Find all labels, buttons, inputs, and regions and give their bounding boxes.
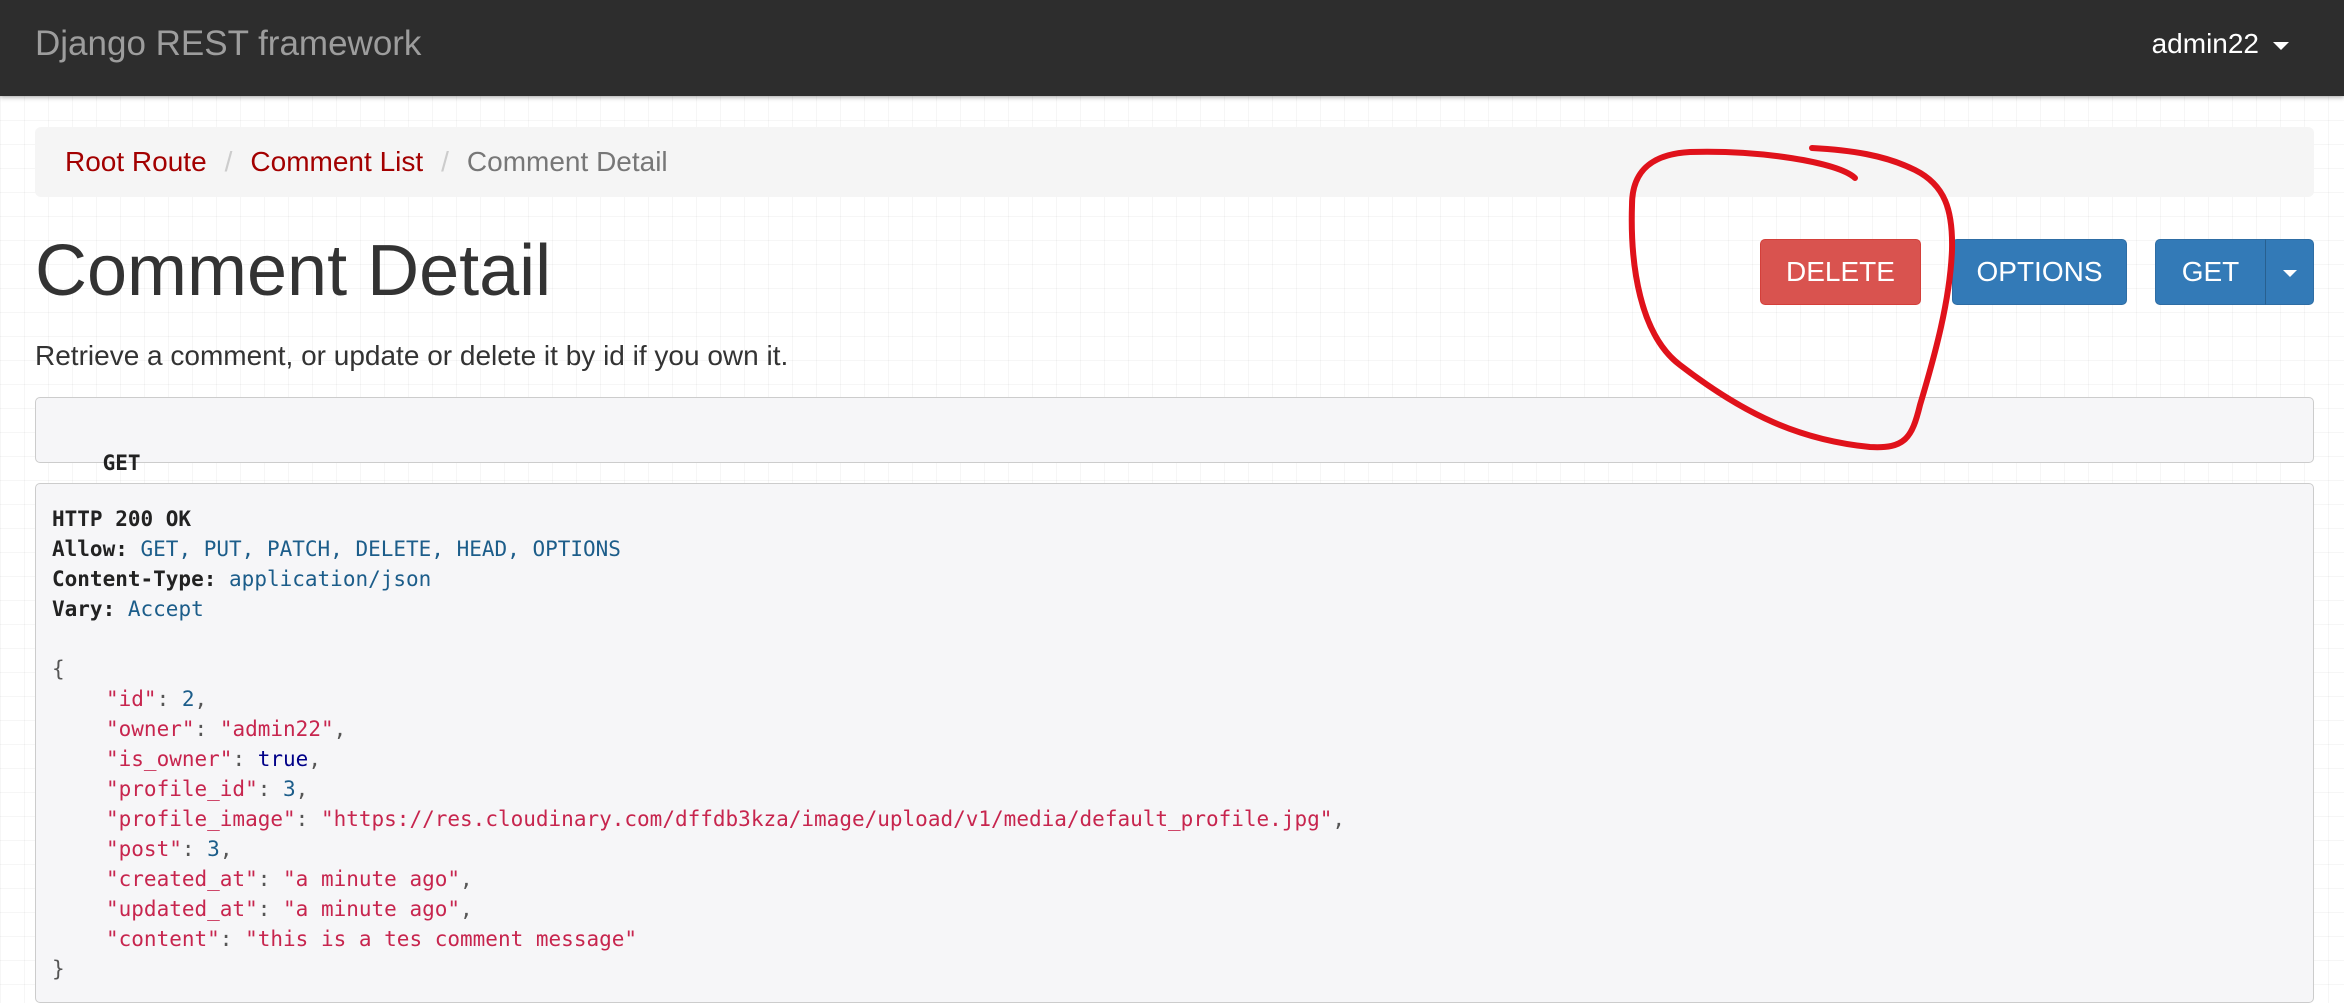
json-value: 3 <box>207 837 220 861</box>
request-info: GET /comments/2/ <box>35 397 2314 505</box>
breadcrumb: Root Route / Comment List / Comment Deta… <box>35 127 2314 197</box>
json-key: "profile_id" <box>106 777 258 801</box>
json-field: "id": 2, <box>106 687 208 711</box>
response-info: HTTP 200 OK Allow: GET, PUT, PATCH, DELE… <box>35 483 2314 1003</box>
json-field: "profile_image": "https://res.cloudinary… <box>106 807 1346 831</box>
breadcrumb-separator: / <box>441 146 449 177</box>
json-open-brace: { <box>52 657 65 681</box>
json-value: true <box>257 747 309 771</box>
json-field: "created_at": "a minute ago", <box>106 867 473 891</box>
options-button[interactable]: OPTIONS <box>1952 239 2127 305</box>
json-key: "is_owner" <box>106 747 233 771</box>
json-value: "this is a tes comment message" <box>245 927 638 951</box>
request-method: GET <box>102 451 141 475</box>
delete-button[interactable]: DELETE <box>1760 239 1921 305</box>
json-field: "owner": "admin22", <box>106 717 347 741</box>
response-header-name: Allow: <box>52 537 128 561</box>
json-field: "content": "this is a tes comment messag… <box>106 927 638 951</box>
json-value: 2 <box>181 687 195 711</box>
response-header-value: GET, PUT, PATCH, DELETE, HEAD, OPTIONS <box>140 537 621 561</box>
caret-down-icon <box>2273 41 2289 50</box>
get-button[interactable]: GET <box>2155 239 2266 305</box>
json-key: "profile_image" <box>106 807 296 831</box>
json-value: 3 <box>283 777 296 801</box>
json-field: "profile_id": 3, <box>106 777 309 801</box>
json-key: "post" <box>106 837 182 861</box>
json-close-brace: } <box>52 957 65 981</box>
response-header-value: application/json <box>229 567 432 591</box>
json-key: "created_at" <box>106 867 258 891</box>
page-title: Comment Detail <box>35 231 552 311</box>
json-key: "updated_at" <box>106 897 258 921</box>
json-field: "is_owner": true, <box>106 747 321 771</box>
json-field: "updated_at": "a minute ago", <box>106 897 473 921</box>
brand-title[interactable]: Django REST framework <box>35 24 421 64</box>
navbar: Django REST framework admin22 <box>0 0 2344 96</box>
json-key: "id" <box>106 687 157 711</box>
breadcrumb-current: Comment Detail <box>466 146 668 177</box>
breadcrumb-root-route[interactable]: Root Route <box>65 146 207 178</box>
response-status: HTTP 200 OK <box>52 507 192 531</box>
json-key: "content" <box>106 927 220 951</box>
get-format-dropdown-button[interactable] <box>2265 239 2314 305</box>
response-header-name: Content-Type: <box>52 567 217 591</box>
breadcrumb-comment-list[interactable]: Comment List <box>250 146 423 178</box>
user-menu[interactable]: admin22 <box>2152 28 2289 60</box>
user-menu-label: admin22 <box>2151 28 2259 59</box>
json-value: "a minute ago" <box>283 897 461 921</box>
response-header-value: Accept <box>127 597 204 621</box>
json-value: "https://res.cloudinary.com/dffdb3kza/im… <box>320 807 1333 831</box>
json-value: "admin22" <box>219 717 334 741</box>
json-key: "owner" <box>106 717 195 741</box>
json-value: "a minute ago" <box>283 867 461 891</box>
json-field: "post": 3, <box>106 837 233 861</box>
breadcrumb-separator: / <box>224 146 233 177</box>
page-description: Retrieve a comment, or update or delete … <box>35 340 789 371</box>
response-header-name: Vary: <box>52 597 116 621</box>
caret-down-icon <box>2282 270 2297 277</box>
